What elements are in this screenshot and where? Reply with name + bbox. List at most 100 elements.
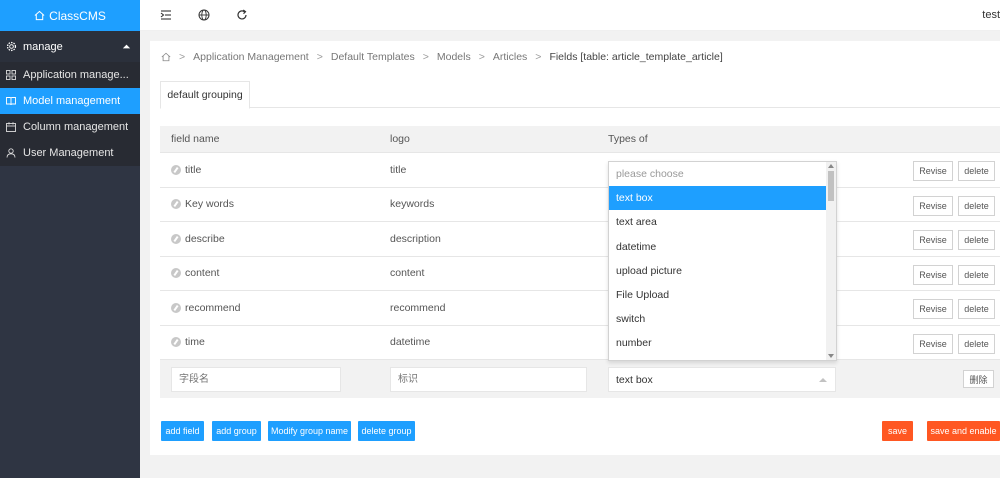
dropdown-option-text-area[interactable]: text area bbox=[609, 210, 827, 234]
delete-group-button[interactable]: delete group bbox=[358, 421, 415, 441]
dropdown-placeholder[interactable]: please choose bbox=[609, 162, 827, 186]
nav-group-label: manage bbox=[23, 40, 63, 53]
revise-button[interactable]: Revise bbox=[913, 299, 953, 319]
dropdown-option-upload-picture[interactable]: upload picture bbox=[609, 259, 827, 283]
edit-icon[interactable] bbox=[171, 337, 181, 348]
table-header: field name logo Types of bbox=[160, 126, 1000, 153]
edit-icon[interactable] bbox=[171, 164, 181, 175]
revise-button[interactable]: Revise bbox=[913, 161, 953, 181]
breadcrumb-separator: > bbox=[316, 51, 323, 63]
fields-table: field name logo Types of title title Rev… bbox=[160, 126, 1000, 398]
breadcrumb-item[interactable]: Application Management bbox=[193, 51, 309, 63]
revise-button[interactable]: Revise bbox=[913, 333, 953, 354]
breadcrumb-separator: > bbox=[422, 51, 429, 63]
calendar-icon bbox=[6, 122, 16, 132]
delete-button[interactable]: delete bbox=[958, 230, 995, 250]
delete-button[interactable]: delete bbox=[958, 161, 995, 181]
field-logo: recommend bbox=[390, 301, 446, 314]
type-dropdown: please choose text box text area datetim… bbox=[608, 161, 837, 361]
delete-button[interactable]: delete bbox=[958, 333, 995, 354]
breadcrumb-item[interactable]: Default Templates bbox=[331, 51, 415, 63]
edit-icon[interactable] bbox=[171, 233, 181, 244]
field-logo: keywords bbox=[390, 198, 435, 211]
menu-fold-icon[interactable] bbox=[160, 9, 172, 21]
table-row: recommend recommend Revise delete bbox=[160, 291, 1000, 326]
field-name-cell: title bbox=[171, 164, 201, 176]
delete-button[interactable]: delete bbox=[958, 299, 995, 319]
field-name-cell: recommend bbox=[171, 302, 240, 314]
modify-group-button[interactable]: Modify group name bbox=[268, 421, 351, 441]
field-name-cell: Key words bbox=[171, 198, 234, 210]
field-name: recommend bbox=[185, 301, 241, 314]
field-name: title bbox=[185, 163, 202, 176]
nav-group-manage[interactable]: manage bbox=[0, 31, 140, 62]
dropdown-option-number[interactable]: number bbox=[609, 331, 827, 355]
breadcrumb: > Application Management > Default Templ… bbox=[161, 50, 723, 64]
app-name: ClassCMS bbox=[49, 8, 106, 23]
dropdown-option-file-upload[interactable]: File Upload bbox=[609, 283, 827, 307]
field-name: describe bbox=[185, 232, 225, 245]
scrollbar-thumb[interactable] bbox=[828, 171, 834, 201]
scroll-up-icon[interactable] bbox=[828, 164, 834, 168]
add-group-button[interactable]: add group bbox=[212, 421, 261, 441]
revise-button[interactable]: Revise bbox=[913, 264, 953, 285]
type-select-value: text box bbox=[616, 373, 653, 386]
field-name: time bbox=[185, 336, 205, 349]
field-name-cell: describe bbox=[171, 233, 225, 245]
user-name[interactable]: test bbox=[982, 9, 1000, 21]
home-icon[interactable] bbox=[161, 52, 171, 62]
header-logo: logo bbox=[390, 133, 410, 145]
breadcrumb-current: Fields [table: article_template_article] bbox=[549, 51, 723, 63]
globe-icon[interactable] bbox=[198, 9, 210, 21]
main-card: > Application Management > Default Templ… bbox=[150, 41, 1000, 455]
refresh-icon[interactable] bbox=[236, 9, 248, 21]
top-header: test bbox=[140, 0, 1000, 31]
table-row: time datetime Revise delete bbox=[160, 326, 1000, 360]
delete-new-row-button[interactable]: 删除 bbox=[963, 370, 994, 388]
delete-button[interactable]: delete bbox=[958, 195, 995, 216]
dropdown-option-text-box[interactable]: text box bbox=[609, 186, 827, 211]
table-row: title title Revise delete bbox=[160, 153, 1000, 188]
gear-icon bbox=[6, 41, 17, 52]
caret-up-icon bbox=[819, 378, 827, 382]
field-name: content bbox=[185, 267, 220, 280]
logo-input[interactable] bbox=[390, 367, 587, 392]
field-name-input[interactable] bbox=[171, 367, 341, 392]
save-enable-button[interactable]: save and enable bbox=[927, 421, 1000, 441]
logo[interactable]: ClassCMS bbox=[0, 0, 140, 31]
field-logo: content bbox=[390, 267, 425, 280]
dropdown-option-switch[interactable]: switch bbox=[609, 307, 827, 331]
sidebar-item-label: Application manage... bbox=[23, 69, 129, 81]
sidebar-item-model[interactable]: Model management bbox=[0, 88, 140, 114]
apps-icon bbox=[6, 70, 16, 80]
add-field-button[interactable]: add field bbox=[161, 421, 204, 441]
revise-button[interactable]: Revise bbox=[913, 195, 953, 216]
table-row: content content Revise delete bbox=[160, 257, 1000, 291]
sidebar-item-column[interactable]: Column management bbox=[0, 114, 140, 140]
delete-button[interactable]: delete bbox=[958, 264, 995, 285]
header-field-name: field name bbox=[171, 133, 220, 145]
field-logo: title bbox=[390, 163, 407, 176]
caret-up-icon bbox=[122, 44, 131, 49]
edit-icon[interactable] bbox=[171, 302, 181, 313]
sidebar-item-users[interactable]: User Management bbox=[0, 140, 140, 166]
table-row: Key words keywords Revise delete bbox=[160, 188, 1000, 222]
save-button[interactable]: save bbox=[882, 421, 913, 441]
field-name-cell: time bbox=[171, 336, 205, 348]
breadcrumb-separator: > bbox=[478, 51, 485, 63]
breadcrumb-item[interactable]: Models bbox=[437, 51, 471, 63]
field-logo: datetime bbox=[390, 336, 431, 349]
edit-icon[interactable] bbox=[171, 199, 181, 210]
breadcrumb-item[interactable]: Articles bbox=[493, 51, 527, 63]
field-logo: description bbox=[390, 232, 441, 245]
edit-icon[interactable] bbox=[171, 268, 181, 279]
type-select[interactable]: text box bbox=[608, 367, 836, 392]
sidebar-item-label: User Management bbox=[23, 147, 114, 159]
tab-default-grouping[interactable]: default grouping bbox=[160, 81, 250, 109]
revise-button[interactable]: Revise bbox=[913, 230, 953, 250]
table-row: describe description Revise delete bbox=[160, 222, 1000, 257]
dropdown-scrollbar[interactable] bbox=[826, 162, 836, 360]
scroll-down-icon[interactable] bbox=[828, 354, 834, 358]
sidebar-item-application[interactable]: Application manage... bbox=[0, 62, 140, 88]
dropdown-option-datetime[interactable]: datetime bbox=[609, 235, 827, 259]
